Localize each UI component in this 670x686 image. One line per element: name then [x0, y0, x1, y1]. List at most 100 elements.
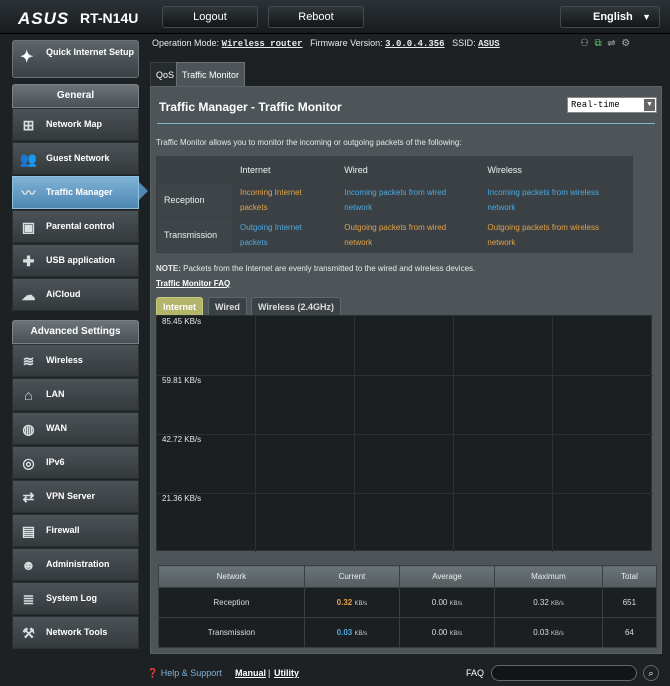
sidebar-item-system-log[interactable]: ≣ System Log [12, 582, 139, 615]
sidebar-item-vpn-server[interactable]: ⇄ VPN Server [12, 480, 139, 513]
model-name: RT-N14U [80, 10, 139, 26]
sidebar-item-label: Traffic Manager [46, 187, 113, 197]
mode-select[interactable]: Real-time ▼ [567, 97, 657, 113]
col-internet: Internet [231, 156, 338, 183]
average-value: 0.00 KB/s [398, 587, 496, 618]
ssid-link[interactable]: ASUS [478, 39, 500, 49]
rx-wired-link[interactable]: Incoming packets from wired network [336, 182, 481, 218]
reboot-button[interactable]: Reboot [268, 6, 364, 28]
clients-icon[interactable]: ⚇ [580, 38, 589, 49]
network-map-icon: ⊞ [22, 117, 35, 133]
header-maximum: Maximum [494, 565, 603, 588]
settings-icon[interactable]: ⚙ [621, 38, 630, 49]
row-transmission: Transmission [156, 217, 233, 253]
sidebar-item-usb-application[interactable]: ✚ USB application [12, 244, 139, 277]
current-value: 0.32 KB/s [303, 587, 400, 618]
sidebar-item-label: Network Tools [46, 627, 108, 637]
tab-traffic-monitor[interactable]: Traffic Monitor [176, 62, 246, 86]
puzzle-icon: ✚ [22, 253, 35, 269]
asus-logo[interactable]: ASUS [18, 9, 69, 29]
top-bar: ASUS RT-N14U Logout Reboot English ▼ [0, 0, 670, 34]
rx-internet-link[interactable]: Incoming Internet packets [231, 182, 338, 218]
unit: KB/s [551, 601, 564, 607]
y-label: 42.72 KB/s [162, 435, 202, 444]
sidebar-item-network-tools[interactable]: ⚒ Network Tools [12, 616, 139, 649]
unit: KB/s [551, 631, 564, 637]
y-label: 85.45 KB/s [162, 317, 202, 326]
separator: | [268, 668, 271, 678]
row-name: Transmission [158, 617, 305, 648]
tx-internet-link[interactable]: Outgoing Internet packets [231, 217, 338, 253]
unit: KB/s [449, 601, 463, 607]
value: 0.03 [533, 628, 549, 637]
tx-wireless-link[interactable]: Outgoing packets from wireless network [479, 217, 633, 253]
help-support-link[interactable]: ❓ Help & Support [147, 668, 222, 679]
chevron-down-icon: ▼ [644, 99, 655, 111]
table-corner [156, 156, 233, 183]
faq-search-input[interactable] [491, 665, 637, 681]
selected-arrow-indicator [139, 182, 148, 200]
tx-wired-link[interactable]: Outgoing packets from wired network [336, 217, 481, 253]
sidebar-item-label: Administration [46, 559, 110, 569]
stats-table: Network Current Average Maximum Total Re… [158, 565, 658, 648]
sidebar-item-label: Network Map [46, 119, 103, 129]
op-mode-label: Operation Mode: [152, 38, 220, 48]
network-status-icon[interactable]: ⧉ [595, 38, 602, 49]
op-mode-link[interactable]: Wireless router [222, 39, 303, 49]
sidebar-item-label: Wireless [46, 355, 83, 365]
sidebar-item-traffic-manager[interactable]: 〰 Traffic Manager [12, 176, 139, 209]
sidebar-item-label: LAN [46, 389, 65, 399]
col-wireless: Wireless [479, 156, 633, 183]
language-label: English [593, 11, 633, 23]
main-panel: Traffic Manager - Traffic Monitor Real-t… [150, 86, 662, 654]
total-value: 651 [601, 587, 658, 618]
admin-user-icon: ☻ [21, 557, 36, 573]
status-icons: ⚇ ⧉ ⇌ ⚙ [580, 38, 630, 49]
mode-value: Real-time [571, 100, 620, 110]
traffic-monitor-faq-link[interactable]: Traffic Monitor FAQ [156, 279, 230, 288]
sidebar-item-guest-network[interactable]: 👥 Guest Network [12, 142, 139, 175]
value: 0.00 [431, 598, 448, 607]
tab-wireless-graph[interactable]: Wireless (2.4GHz) [251, 297, 341, 315]
header-current: Current [303, 565, 400, 588]
vpn-icon: ⇄ [22, 489, 35, 505]
sidebar-item-label: USB application [46, 255, 116, 265]
wifi-icon: ≋ [22, 353, 35, 369]
search-icon[interactable]: ⌕ [643, 665, 659, 681]
firmware-link[interactable]: 3.0.0.4.356 [385, 39, 444, 49]
description: Traffic Monitor allows you to monitor th… [156, 138, 462, 147]
quick-internet-setup-button[interactable]: ✦ Quick Internet Setup [12, 40, 139, 78]
chevron-down-icon: ▼ [642, 12, 651, 22]
home-icon: ⌂ [24, 387, 33, 403]
help-icon: ❓ [147, 668, 159, 678]
globe-icon: ◍ [22, 421, 35, 437]
value: 0.32 [533, 598, 549, 607]
tab-wired-graph[interactable]: Wired [208, 297, 247, 315]
row-reception: Reception [156, 182, 233, 218]
sidebar-item-ipv6[interactable]: ◎ IPv6 [12, 446, 139, 479]
unit: KB/s [449, 631, 463, 637]
tab-internet-graph[interactable]: Internet [156, 297, 204, 315]
logout-button[interactable]: Logout [162, 6, 258, 28]
sidebar-item-firewall[interactable]: ▤ Firewall [12, 514, 139, 547]
sidebar-item-wan[interactable]: ◍ WAN [12, 412, 139, 445]
wand-icon: ✦ [20, 49, 34, 66]
sidebar-item-wireless[interactable]: ≋ Wireless [12, 344, 139, 377]
y-label: 21.36 KB/s [162, 494, 202, 503]
sidebar-item-parental-control[interactable]: ▣ Parental control [12, 210, 139, 243]
sidebar-item-administration[interactable]: ☻ Administration [12, 548, 139, 581]
sidebar-item-lan[interactable]: ⌂ LAN [12, 378, 139, 411]
rx-wireless-link[interactable]: Incoming packets from wireless network [479, 182, 633, 218]
sidebar: ✦ Quick Internet Setup General ⊞ Network M… [0, 34, 150, 654]
usb-icon[interactable]: ⇌ [607, 38, 615, 49]
utility-link[interactable]: Utility [274, 668, 299, 678]
manual-link[interactable]: Manual [235, 668, 266, 678]
current-value: 0.03 KB/s [303, 617, 400, 648]
packets-table: Internet Wired Wireless Reception Incoming… [156, 156, 633, 253]
sidebar-item-aicloud[interactable]: ☁ AiCloud [12, 278, 139, 311]
value: 0.00 [431, 628, 448, 637]
general-header: General [12, 84, 139, 108]
maximum-value: 0.03 KB/s [494, 617, 603, 648]
sidebar-item-network-map[interactable]: ⊞ Network Map [12, 108, 139, 141]
language-select[interactable]: English ▼ [560, 6, 660, 28]
